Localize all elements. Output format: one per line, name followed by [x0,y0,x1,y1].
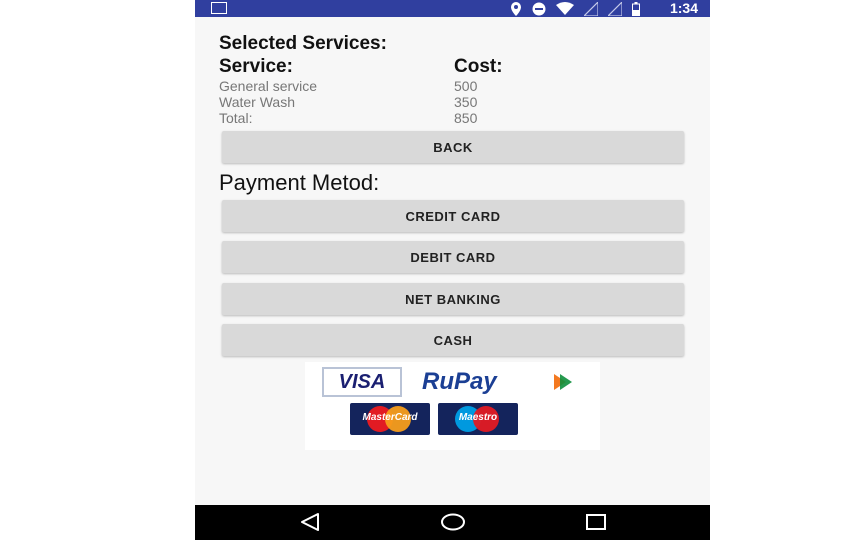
image-icon [211,2,227,14]
total-label: Total: [219,110,253,126]
service-name: General service [219,78,318,94]
credit-card-button[interactable]: CREDIT CARD [222,200,684,232]
card-logos-image: VISA RuPay MasterCard Maestro [305,362,600,450]
maestro-logo: Maestro [438,403,518,435]
back-button[interactable]: BACK [222,131,684,163]
do-not-disturb-icon [532,2,546,15]
net-banking-button[interactable]: NET BANKING [222,283,684,315]
navigation-bar [195,505,710,540]
rupay-arrow-icon [554,374,572,390]
service-cost: 500 [454,78,478,94]
signal-icon [584,1,598,16]
maestro-text: Maestro [458,412,498,423]
status-bar: 1:34 [195,0,710,17]
back-icon[interactable] [300,513,320,531]
cash-button[interactable]: CASH [222,324,684,356]
wifi-icon [556,1,574,15]
service-name: Water Wash [219,94,295,110]
cost-column-header: Cost: [454,56,503,77]
service-column-header: Service: [219,56,293,77]
status-icons [510,1,640,16]
mastercard-logo: MasterCard [350,403,430,435]
recents-icon[interactable] [586,513,606,531]
main-content: Selected Services: Service: Cost: Genera… [195,17,710,505]
location-icon [511,1,521,16]
service-cost: 350 [454,94,478,110]
battery-icon [632,1,640,16]
phone-screen: 1:34 Selected Services: Service: Cost: G… [195,0,710,540]
payment-method-title: Payment Metod: [219,170,380,195]
clock: 1:34 [669,0,698,16]
visa-logo: VISA [322,367,402,397]
rupay-logo: RuPay [422,368,497,395]
debit-card-button[interactable]: DEBIT CARD [222,241,684,273]
home-icon[interactable] [440,513,466,531]
total-cost: 850 [454,110,478,126]
selected-services-heading: Selected Services: [219,33,387,54]
mastercard-text: MasterCard [362,412,418,423]
signal-icon [608,1,622,16]
